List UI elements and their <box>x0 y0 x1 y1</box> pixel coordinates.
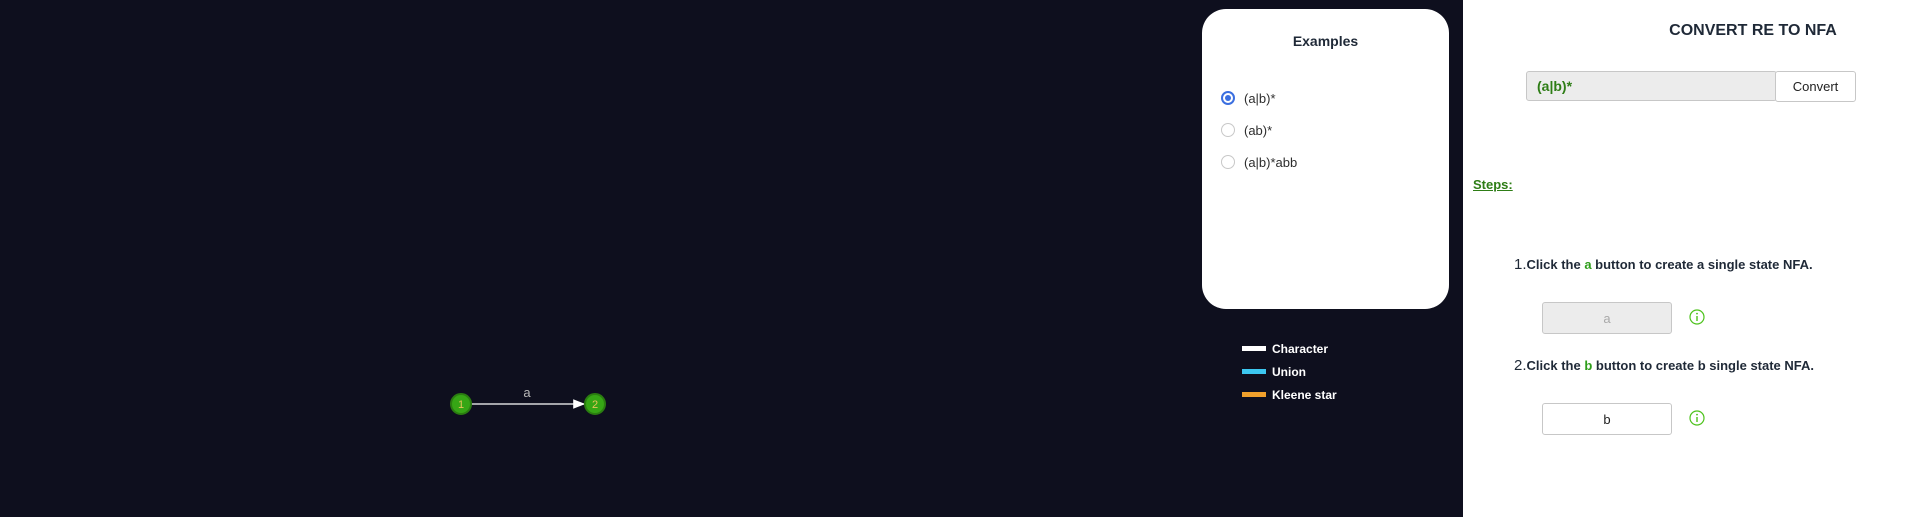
legend-item-kleene-star: Kleene star <box>1242 383 1337 406</box>
step-text-after: button to create b single state NFA. <box>1592 358 1815 373</box>
example-option-1[interactable]: (a|b)* <box>1221 88 1276 108</box>
create-b-button[interactable]: b <box>1542 403 1672 435</box>
conversion-panel: CONVERT RE TO NFA Convert Steps: 1.Click… <box>1463 0 1917 517</box>
radio-button[interactable] <box>1221 155 1235 169</box>
example-label: (ab)* <box>1244 122 1273 138</box>
step-number: 2. <box>1514 357 1527 374</box>
info-icon[interactable] <box>1689 309 1705 325</box>
state-node-2[interactable]: 2 <box>584 393 606 415</box>
legend-label: Kleene star <box>1272 387 1337 402</box>
step-number: 1. <box>1514 256 1527 273</box>
state-label-2: 2 <box>592 399 598 411</box>
legend: Character Union Kleene star <box>1242 337 1337 406</box>
create-a-button: a <box>1542 302 1672 334</box>
legend-swatch <box>1242 346 1266 351</box>
state-label-1: 1 <box>458 399 464 411</box>
step-text-after: button to create a single state NFA. <box>1591 257 1813 272</box>
example-label: (a|b)* <box>1244 90 1276 106</box>
page-title: CONVERT RE TO NFA <box>1669 22 1837 39</box>
steps-heading: Steps: <box>1473 177 1513 192</box>
legend-label: Union <box>1272 364 1306 379</box>
step-2-text: 2.Click the b button to create b single … <box>1514 357 1814 374</box>
radio-button[interactable] <box>1221 91 1235 105</box>
state-node-1[interactable]: 1 <box>450 393 472 415</box>
info-icon[interactable] <box>1689 410 1705 426</box>
transition-label: a <box>523 385 531 400</box>
regex-input[interactable] <box>1526 71 1777 101</box>
step-highlight: a <box>1584 257 1592 272</box>
legend-swatch <box>1242 392 1266 397</box>
radio-button[interactable] <box>1221 123 1235 137</box>
example-option-3[interactable]: (a|b)*abb <box>1221 152 1297 172</box>
legend-swatch <box>1242 369 1266 374</box>
legend-item-union: Union <box>1242 360 1337 383</box>
examples-panel: Examples (a|b)* (ab)* (a|b)*abb <box>1202 9 1449 309</box>
legend-label: Character <box>1272 341 1329 356</box>
example-option-2[interactable]: (ab)* <box>1221 120 1272 140</box>
step-text-before: Click the <box>1526 358 1585 373</box>
convert-button[interactable]: Convert <box>1775 71 1856 102</box>
nfa-canvas[interactable]: a 1 2 Examples (a|b)* (ab)* (a|b)*abb Ch… <box>0 0 1463 517</box>
transition-edge: a <box>471 385 586 409</box>
legend-item-character: Character <box>1242 337 1337 360</box>
step-1-text: 1.Click the a button to create a single … <box>1514 256 1813 273</box>
example-label: (a|b)*abb <box>1244 154 1298 170</box>
step-text-before: Click the <box>1526 257 1585 272</box>
examples-title: Examples <box>1292 33 1359 49</box>
